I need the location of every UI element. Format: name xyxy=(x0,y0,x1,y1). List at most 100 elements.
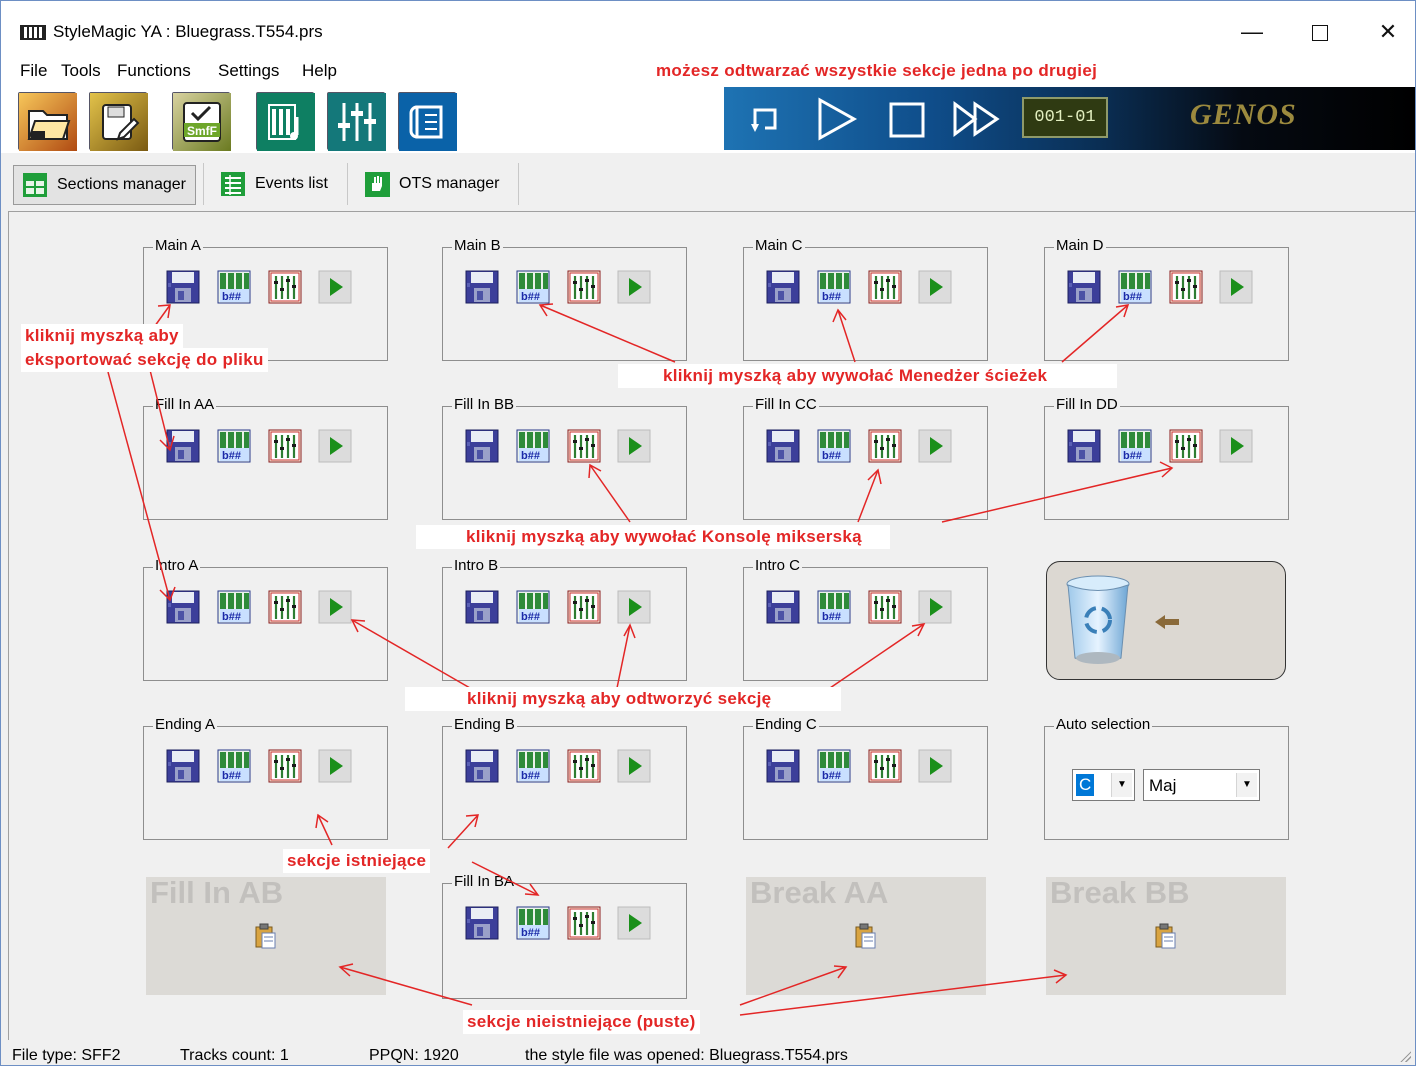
mixer-console-icon[interactable] xyxy=(1169,429,1203,463)
mixer-button[interactable] xyxy=(327,92,386,151)
tracks-manager-icon[interactable] xyxy=(217,429,251,463)
tracks-manager-icon[interactable] xyxy=(516,749,550,783)
resize-grip[interactable] xyxy=(1399,1050,1411,1062)
notes-button[interactable] xyxy=(398,92,457,151)
tracks-manager-icon[interactable] xyxy=(516,590,550,624)
play-section-icon[interactable] xyxy=(617,270,651,304)
play-section-icon[interactable] xyxy=(318,749,352,783)
play-section-icon[interactable] xyxy=(617,429,651,463)
save-icon[interactable] xyxy=(166,590,200,624)
loop-button[interactable] xyxy=(745,96,785,144)
play-section-icon[interactable] xyxy=(617,590,651,624)
tracks-manager-icon[interactable] xyxy=(1118,429,1152,463)
scale-select[interactable]: Maj ▼ xyxy=(1143,769,1260,801)
menu-settings[interactable]: Settings xyxy=(218,61,279,81)
play-section-icon[interactable] xyxy=(918,590,952,624)
annotation-empty-sections: sekcje nieistniejące (puste) xyxy=(463,1010,700,1034)
save-icon[interactable] xyxy=(766,429,800,463)
section-title: Fill In BB xyxy=(452,395,517,415)
play-section-icon[interactable] xyxy=(617,906,651,940)
tracks-editor-icon xyxy=(257,93,315,151)
paste-icon[interactable] xyxy=(1154,923,1176,949)
tracks-manager-icon[interactable] xyxy=(817,590,851,624)
play-section-icon[interactable] xyxy=(1219,270,1253,304)
minimize-button[interactable]: — xyxy=(1229,14,1275,50)
mixer-console-icon[interactable] xyxy=(868,590,902,624)
menu-file[interactable]: File xyxy=(20,61,47,81)
paste-icon[interactable] xyxy=(254,923,276,949)
tracks-editor-button[interactable] xyxy=(256,92,315,151)
save-icon[interactable] xyxy=(465,590,499,624)
mixer-console-icon[interactable] xyxy=(268,749,302,783)
tracks-manager-icon[interactable] xyxy=(217,590,251,624)
save-icon[interactable] xyxy=(465,429,499,463)
tracks-manager-icon[interactable] xyxy=(1118,270,1152,304)
tab-ots-manager[interactable]: OTS manager xyxy=(356,165,499,203)
save-icon[interactable] xyxy=(465,906,499,940)
mixer-console-icon[interactable] xyxy=(868,270,902,304)
mixer-console-icon[interactable] xyxy=(268,590,302,624)
chevron-down-icon[interactable]: ▼ xyxy=(1111,773,1132,797)
tracks-manager-icon[interactable] xyxy=(817,749,851,783)
play-section-icon[interactable] xyxy=(918,749,952,783)
tracks-manager-icon[interactable] xyxy=(516,270,550,304)
mixer-console-icon[interactable] xyxy=(868,429,902,463)
tracks-manager-icon[interactable] xyxy=(516,429,550,463)
mixer-console-icon[interactable] xyxy=(567,906,601,940)
tracks-manager-icon[interactable] xyxy=(817,270,851,304)
mixer-console-icon[interactable] xyxy=(1169,270,1203,304)
maximize-button[interactable] xyxy=(1297,14,1343,50)
mixer-console-icon[interactable] xyxy=(268,429,302,463)
save-icon[interactable] xyxy=(465,749,499,783)
play-section-icon[interactable] xyxy=(918,429,952,463)
play-section-icon[interactable] xyxy=(318,270,352,304)
scale-select-value: Maj xyxy=(1149,776,1177,795)
empty-section-fill-in-ab[interactable]: Fill In AB xyxy=(146,875,386,995)
stop-button[interactable] xyxy=(887,96,927,146)
mixer-console-icon[interactable] xyxy=(268,270,302,304)
save-icon[interactable] xyxy=(766,270,800,304)
chevron-down-icon[interactable]: ▼ xyxy=(1236,773,1257,797)
play-section-icon[interactable] xyxy=(318,590,352,624)
tab-events-list[interactable]: Events list xyxy=(212,165,328,203)
save-icon[interactable] xyxy=(766,590,800,624)
save-icon[interactable] xyxy=(166,749,200,783)
mixer-console-icon[interactable] xyxy=(868,749,902,783)
save-icon[interactable] xyxy=(166,270,200,304)
play-button[interactable] xyxy=(814,96,860,146)
play-section-icon[interactable] xyxy=(318,429,352,463)
menu-functions[interactable]: Functions xyxy=(117,61,191,81)
tracks-manager-icon[interactable] xyxy=(817,429,851,463)
section-intro-c: Intro C xyxy=(743,556,988,681)
play-section-icon[interactable] xyxy=(918,270,952,304)
tracks-manager-icon[interactable] xyxy=(217,749,251,783)
paste-icon[interactable] xyxy=(854,923,876,949)
delete-section-dropzone[interactable] xyxy=(1046,561,1286,680)
play-section-icon[interactable] xyxy=(617,749,651,783)
save-icon[interactable] xyxy=(1067,270,1101,304)
mixer-console-icon[interactable] xyxy=(567,270,601,304)
menu-help[interactable]: Help xyxy=(302,61,337,81)
empty-section-break-aa[interactable]: Break AA xyxy=(746,875,986,995)
tracks-manager-icon[interactable] xyxy=(516,906,550,940)
tracks-manager-icon[interactable] xyxy=(217,270,251,304)
close-button[interactable]: ✕ xyxy=(1365,14,1411,50)
menu-tools[interactable]: Tools xyxy=(61,61,101,81)
annotation-existing-sections: sekcje istniejące xyxy=(283,849,431,873)
empty-section-break-bb[interactable]: Break BB xyxy=(1046,875,1286,995)
save-icon[interactable] xyxy=(1067,429,1101,463)
mixer-console-icon[interactable] xyxy=(567,429,601,463)
save-icon[interactable] xyxy=(766,749,800,783)
play-all-button[interactable] xyxy=(951,96,1003,146)
mixer-console-icon[interactable] xyxy=(567,749,601,783)
save-icon[interactable] xyxy=(166,429,200,463)
smf-export-button[interactable]: SmfF xyxy=(172,92,231,151)
open-style-button[interactable] xyxy=(18,92,77,151)
play-section-icon[interactable] xyxy=(1219,429,1253,463)
save-icon[interactable] xyxy=(465,270,499,304)
tab-sections-manager[interactable]: Sections manager xyxy=(13,165,196,205)
auto-selection-label: Auto selection xyxy=(1054,715,1153,735)
save-style-button[interactable] xyxy=(89,92,148,151)
mixer-console-icon[interactable] xyxy=(567,590,601,624)
key-select[interactable]: C ▼ xyxy=(1072,769,1135,801)
